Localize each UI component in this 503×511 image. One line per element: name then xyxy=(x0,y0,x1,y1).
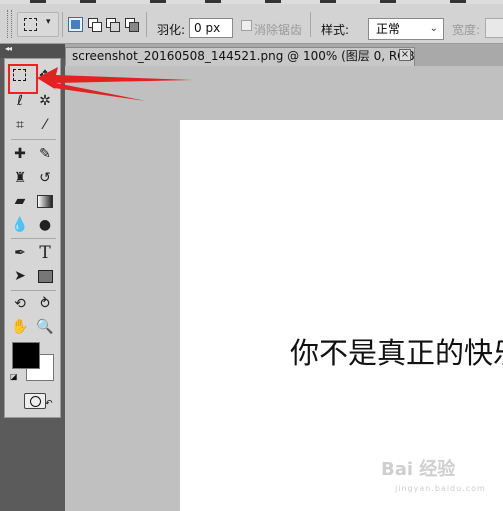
annotation-arrow xyxy=(37,67,193,101)
watermark-logo: Bai 经验 xyxy=(381,459,456,480)
arrow-shape xyxy=(37,67,193,101)
watermark-url: jingyan.baidu.com xyxy=(395,484,486,493)
